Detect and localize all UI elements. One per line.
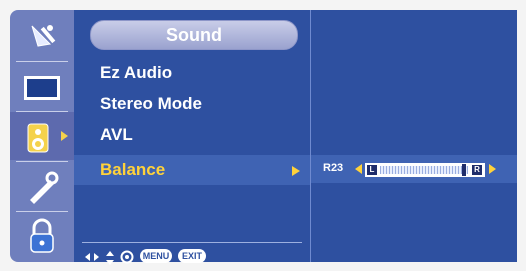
- decrease-arrow-icon[interactable]: [355, 164, 362, 174]
- left-right-arrows-icon: [85, 253, 99, 261]
- category-sound[interactable]: [10, 112, 74, 162]
- exit-button[interactable]: EXIT: [178, 249, 206, 263]
- balance-slider[interactable]: L R: [365, 163, 485, 177]
- menu-item-stereo-mode[interactable]: Stereo Mode: [74, 89, 310, 119]
- osd-screen: Sound Ez Audio Stereo Mode AVL Balance M…: [0, 0, 526, 271]
- menu-item-ez-audio[interactable]: Ez Audio: [74, 58, 310, 88]
- divider: [82, 242, 302, 243]
- tools-icon: [30, 171, 59, 204]
- balance-scale: [380, 166, 468, 174]
- balance-control[interactable]: R23 L R: [311, 155, 517, 183]
- lock-icon: [30, 218, 54, 253]
- menu-item-label: Balance: [100, 160, 166, 179]
- screen-icon: [24, 76, 60, 100]
- menu-title: Sound: [166, 25, 222, 45]
- category-sidebar: [10, 10, 74, 262]
- menu-item-balance[interactable]: Balance: [74, 155, 310, 185]
- balance-panel: R23 L R: [310, 10, 517, 262]
- sound-menu: Sound Ez Audio Stereo Mode AVL Balance M…: [74, 10, 310, 265]
- category-picture[interactable]: [10, 12, 74, 62]
- left-end-label: L: [367, 165, 377, 175]
- menu-button[interactable]: MENU: [140, 249, 172, 263]
- up-down-arrows-icon: [106, 251, 114, 265]
- selected-arrow-icon: [61, 131, 68, 141]
- category-lock[interactable]: [10, 212, 74, 260]
- ok-circle-icon: [120, 250, 134, 264]
- menu-item-label: Stereo Mode: [100, 94, 203, 113]
- right-end-label: R: [472, 165, 482, 175]
- balance-marker[interactable]: [462, 164, 467, 176]
- increase-arrow-icon[interactable]: [489, 164, 496, 174]
- menu-title-pill: Sound: [90, 20, 298, 50]
- category-screen[interactable]: [10, 62, 74, 112]
- balance-value: R23: [323, 162, 344, 174]
- menu-item-label: AVL: [100, 125, 133, 144]
- menu-item-label: Ez Audio: [100, 63, 173, 82]
- submenu-arrow-icon: [292, 166, 300, 176]
- menu-item-avl[interactable]: AVL: [74, 120, 310, 150]
- satellite-icon: [31, 25, 56, 47]
- category-tools[interactable]: [10, 162, 74, 212]
